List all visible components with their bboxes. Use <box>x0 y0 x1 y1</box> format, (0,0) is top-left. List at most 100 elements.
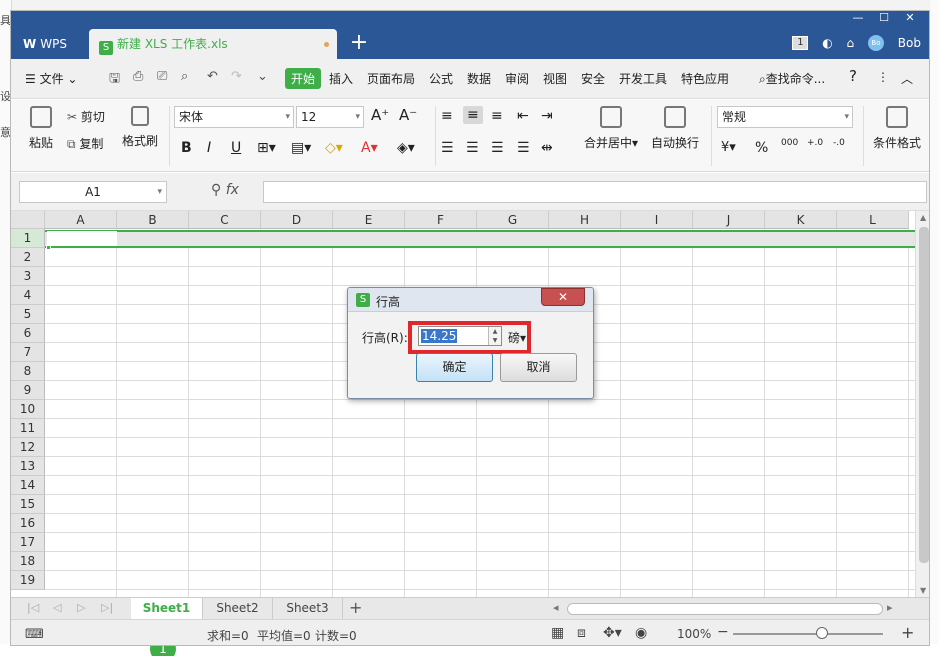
ok-button[interactable]: 确定 <box>416 353 493 382</box>
align-right-icon[interactable]: ☰ <box>491 140 504 156</box>
align-middle-icon[interactable]: ≡ <box>463 106 483 124</box>
name-box[interactable]: A1 ▾ <box>19 181 167 203</box>
fx-icon[interactable]: fx <box>226 182 239 198</box>
column-header-k[interactable]: K <box>765 211 837 229</box>
reading-view-icon[interactable]: ✥▾ <box>603 625 622 641</box>
shirt-icon[interactable]: ⌂ <box>847 36 855 50</box>
new-tab-button[interactable]: + <box>347 31 371 55</box>
help-icon[interactable]: ? <box>849 67 857 85</box>
menu-tab-features[interactable]: 特色应用 <box>681 70 729 87</box>
column-header-b[interactable]: B <box>117 211 189 229</box>
indent-increase-icon[interactable]: ⇥ <box>541 108 553 124</box>
cell-style-icon[interactable]: ▤▾ <box>291 140 311 156</box>
select-all-corner[interactable] <box>11 211 45 229</box>
column-header-f[interactable]: F <box>405 211 477 229</box>
underline-icon[interactable]: U <box>231 140 241 156</box>
last-sheet-icon[interactable]: ▷| <box>101 601 113 614</box>
normal-view-icon[interactable]: ▦ <box>551 625 564 641</box>
undo-icon[interactable]: ↶ <box>207 69 218 84</box>
distributed-icon[interactable]: ⇹ <box>541 140 553 156</box>
row-header-1[interactable]: 1 <box>11 229 45 248</box>
column-header-l[interactable]: L <box>837 211 909 229</box>
column-header-a[interactable]: A <box>45 211 117 229</box>
format-painter-button[interactable]: 格式刷 <box>119 106 161 149</box>
page-break-view-icon[interactable]: ⧈ <box>577 625 586 641</box>
row-header-4[interactable]: 4 <box>11 286 45 305</box>
eye-protection-icon[interactable]: ◉ <box>635 625 647 641</box>
row-header-6[interactable]: 6 <box>11 324 45 343</box>
spreadsheet-grid[interactable]: ABCDEFGHIJKL 1 2 3 4 5 6 7 8 9 10 11 12 13 14 15 16 17 18… <box>11 211 915 597</box>
number-format-select[interactable]: 常规 ▾ <box>717 106 853 128</box>
row-header-19[interactable]: 19 <box>11 571 45 590</box>
command-search[interactable]: ⌕查找命令... <box>759 70 825 87</box>
maximize-icon[interactable]: ☐ <box>871 11 897 24</box>
menu-tab-formulas[interactable]: 公式 <box>429 70 453 87</box>
column-header-e[interactable]: E <box>333 211 405 229</box>
row-header-5[interactable]: 5 <box>11 305 45 324</box>
decrease-font-icon[interactable]: A⁻ <box>399 106 417 124</box>
user-name[interactable]: Bob <box>898 36 921 50</box>
font-name-select[interactable]: 宋体 ▾ <box>174 106 294 128</box>
merge-center-button[interactable]: 合并居中▾ <box>577 106 645 151</box>
row-header-9[interactable]: 9 <box>11 381 45 400</box>
zoom-in-icon[interactable]: + <box>901 623 914 642</box>
vertical-scroll-thumb[interactable] <box>919 227 929 563</box>
add-sheet-icon[interactable]: + <box>349 598 362 617</box>
column-header-h[interactable]: H <box>549 211 621 229</box>
row-header-2[interactable]: 2 <box>11 248 45 267</box>
zoom-formula-icon[interactable]: ⚲ <box>211 182 221 198</box>
row-header-18[interactable]: 18 <box>11 552 45 571</box>
sheet-tab-3[interactable]: Sheet3 <box>273 598 343 619</box>
menu-tab-view[interactable]: 视图 <box>543 70 567 87</box>
row-header-14[interactable]: 14 <box>11 476 45 495</box>
justify-icon[interactable]: ☰ <box>517 140 530 156</box>
row-header-12[interactable]: 12 <box>11 438 45 457</box>
column-header-g[interactable]: G <box>477 211 549 229</box>
spin-down-icon[interactable]: ▼ <box>493 337 498 344</box>
horizontal-scrollbar[interactable] <box>567 603 883 615</box>
cancel-button[interactable]: 取消 <box>500 353 577 382</box>
avatar[interactable]: Bo <box>867 35 884 51</box>
clear-format-icon[interactable]: ◈▾ <box>397 140 415 156</box>
font-color-icon[interactable]: A▾ <box>361 140 378 156</box>
currency-icon[interactable]: ¥▾ <box>721 140 736 155</box>
row-header-11[interactable]: 11 <box>11 419 45 438</box>
row-height-stepper[interactable]: ▲ ▼ <box>488 327 501 345</box>
export-icon[interactable]: ⎙ <box>133 69 143 84</box>
menu-tab-page-layout[interactable]: 页面布局 <box>367 70 415 87</box>
zoom-slider-knob[interactable] <box>816 627 828 639</box>
macro-icon[interactable]: ⌨ <box>25 627 44 642</box>
menu-tab-insert[interactable]: 插入 <box>329 70 353 87</box>
decrease-decimal-icon[interactable]: -.0 <box>833 138 845 148</box>
paste-button[interactable]: 粘贴 <box>23 106 59 151</box>
menu-tab-developer[interactable]: 开发工具 <box>619 70 667 87</box>
collapse-ribbon-icon[interactable]: ︿ <box>901 70 913 87</box>
menu-tab-security[interactable]: 安全 <box>581 70 605 87</box>
file-menu[interactable]: ☰ 文件 ⌄ <box>25 70 77 87</box>
zoom-level[interactable]: 100% <box>677 627 711 641</box>
next-sheet-icon[interactable]: ▷ <box>77 601 85 614</box>
indent-decrease-icon[interactable]: ⇤ <box>517 108 529 124</box>
close-icon[interactable]: ✕ <box>897 11 923 24</box>
unit-select[interactable]: 磅▾ <box>508 329 526 346</box>
row-header-7[interactable]: 7 <box>11 343 45 362</box>
borders-icon[interactable]: ⊞▾ <box>257 140 276 156</box>
row-header-10[interactable]: 10 <box>11 400 45 419</box>
fill-color-icon[interactable]: ◇▾ <box>325 140 343 156</box>
align-left-icon[interactable]: ☰ <box>441 140 454 156</box>
sheet-tab-2[interactable]: Sheet2 <box>203 598 273 619</box>
menu-tab-home[interactable]: 开始 <box>285 68 322 89</box>
vertical-scrollbar[interactable]: ▲ ▼ <box>915 211 929 597</box>
redo-icon[interactable]: ↷ <box>231 69 242 84</box>
wps-home-tab[interactable]: W WPS <box>15 29 87 59</box>
sheet-tab-1[interactable]: Sheet1 <box>131 598 203 619</box>
align-center-icon[interactable]: ☰ <box>466 140 479 156</box>
conditional-format-button[interactable]: 条件格式 <box>867 106 927 151</box>
row-header-17[interactable]: 17 <box>11 533 45 552</box>
menu-tab-review[interactable]: 审阅 <box>505 70 529 87</box>
prev-sheet-icon[interactable]: ◁ <box>53 601 61 614</box>
copy-button[interactable]: ⧉ 复制 <box>67 135 103 152</box>
save-icon[interactable]: 🖫 <box>109 69 120 91</box>
scroll-down-icon[interactable]: ▼ <box>920 586 926 595</box>
column-header-c[interactable]: C <box>189 211 261 229</box>
